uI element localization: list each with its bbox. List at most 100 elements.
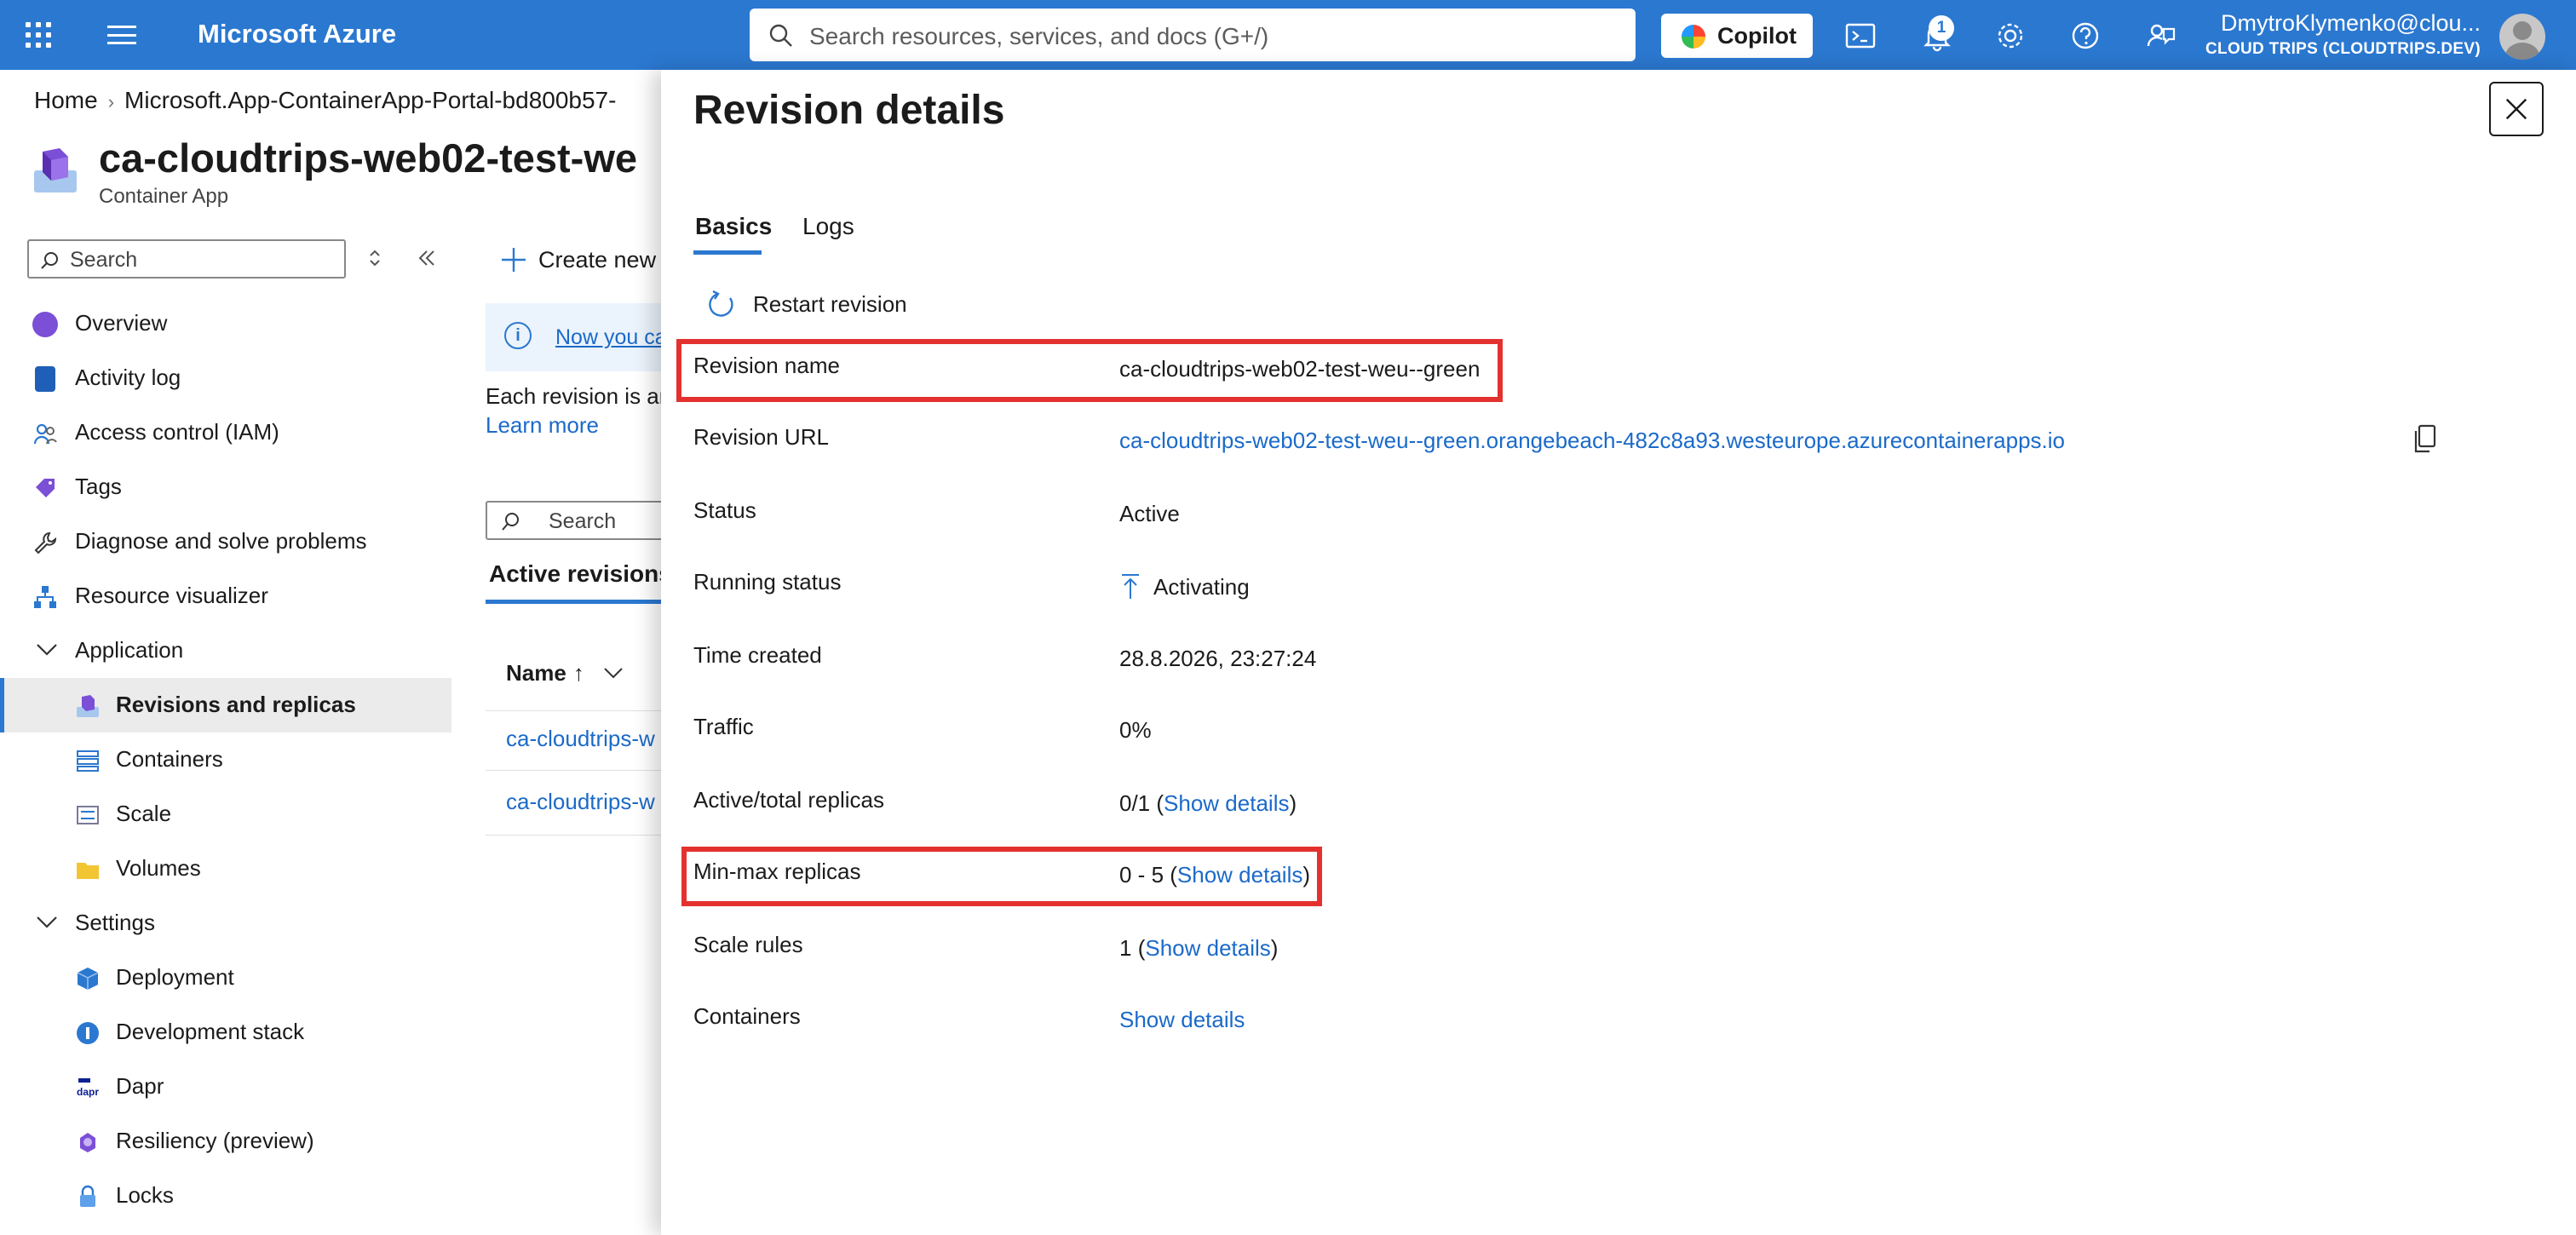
table-row[interactable]: ca-cloudtrips-w [506,726,655,752]
breadcrumb-resource-group[interactable]: Microsoft.App-ContainerApp-Portal-bd800b… [124,87,616,113]
nav-item-label: Diagnose and solve problems [75,528,367,554]
app-launcher-icon[interactable] [26,22,51,48]
plus-icon [502,248,526,272]
copilot-icon [1682,25,1705,49]
nav-item-revisions-and-replicas[interactable]: Revisions and replicas [0,678,451,732]
nav-item-development-stack[interactable]: Development stack [0,1005,451,1060]
table-row[interactable]: ca-cloudtrips-w [506,789,655,815]
nav-item-label: Deployment [116,964,234,990]
nav-group-settings[interactable]: Settings [0,896,451,951]
prop-value-active-total-replicas: 0/1 [1119,790,1151,816]
nav-item-label: Containers [116,746,223,772]
activity-log-icon [35,366,55,392]
portal-menu-icon[interactable] [107,26,136,44]
global-search-input[interactable]: Search resources, services, and docs (G+… [750,9,1636,61]
prop-value-containers-wrap: Show details [1119,1007,1245,1033]
revisions-search-placeholder: Search [549,509,617,533]
nav-group-label: Settings [75,910,155,935]
nav-item-diagnose[interactable]: Diagnose and solve problems [0,514,451,569]
nav-item-label: Locks [116,1182,174,1208]
prop-value-revision-url-wrap: ca-cloudtrips-web02-test-weu--green.oran… [1119,428,2065,454]
tab-basics-indicator [693,250,762,255]
show-details-link[interactable]: Show details [1145,935,1270,961]
nav-group-application[interactable]: Application [0,623,451,678]
help-icon[interactable] [2067,17,2104,55]
prop-value-status: Active [1119,501,1180,526]
scale-icon [77,806,99,824]
nav-item-label: Dapr [116,1073,164,1099]
copilot-button[interactable]: Copilot [1661,14,1813,58]
prop-value-scale-rules-wrap: 1 (Show details) [1119,935,1279,961]
avatar[interactable] [2499,14,2545,60]
show-details-link[interactable]: Show details [1119,1007,1245,1032]
sort-toggle-icon[interactable] [365,247,385,269]
create-new-revision-label: Create new r [538,247,670,273]
collapse-nav-icon[interactable] [416,247,438,269]
prop-label-scale-rules: Scale rules [693,932,803,957]
folder-icon [77,863,99,879]
nav-item-locks[interactable]: Locks [0,1169,451,1223]
cloud-shell-icon[interactable] [1842,17,1879,55]
chevron-down-icon [604,668,623,679]
info-icon: i [504,322,532,349]
chevron-down-icon [37,916,57,928]
activating-arrow-icon [1122,574,1139,599]
copilot-label: Copilot [1717,23,1797,49]
tag-icon [36,479,55,497]
nav-item-deployment[interactable]: Deployment [0,951,451,1005]
settings-gear-icon[interactable] [1992,17,2029,55]
nav-item-activity-log[interactable]: Activity log [0,351,451,405]
prop-value-time-created: 28.8.2026, 23:27:24 [1119,646,1317,671]
sort-ascending-icon: ↑ [572,660,584,686]
tab-basics[interactable]: Basics [695,213,772,240]
nav-item-resiliency[interactable]: Resiliency (preview) [0,1114,451,1169]
account-name: DmytroKlymenko@clou... [2221,10,2481,36]
nav-item-label: Tags [75,474,122,499]
nav-search-input[interactable]: Search [27,239,346,279]
tab-active-revisions[interactable]: Active revisions [489,560,672,588]
nav-item-label: Volumes [116,855,201,881]
revision-details-panel: Revision details Basics Logs Restart rev… [661,70,2576,1235]
copy-icon[interactable] [2411,424,2438,455]
notification-count-badge: 1 [1929,15,1954,41]
prop-label-status: Status [693,497,756,523]
prop-value-scale-rules: 1 [1119,935,1132,961]
feedback-icon[interactable] [2142,17,2179,55]
breadcrumb: Home › Microsoft.App-ContainerApp-Portal-b… [34,87,616,114]
nav-item-resource-visualizer[interactable]: Resource visualizer [0,569,451,623]
row-divider [486,835,690,836]
nav-item-scale[interactable]: Scale [0,787,451,842]
nav-item-dapr[interactable]: dapr Dapr [0,1060,451,1114]
hierarchy-icon [34,586,56,608]
tab-logs[interactable]: Logs [802,213,854,240]
people-icon [33,423,57,445]
page-subtitle: Container App [99,185,229,208]
nav-item-tags[interactable]: Tags [0,460,451,514]
overview-icon [32,312,58,337]
wrench-icon [34,531,57,554]
brand-title[interactable]: Microsoft Azure [198,19,396,49]
nav-item-volumes[interactable]: Volumes [0,842,451,896]
nav-item-containers[interactable]: Containers [0,732,451,787]
prop-label-time-created: Time created [693,642,822,668]
learn-more-link[interactable]: Learn more [486,412,599,439]
left-nav: Overview Activity log Access control (IA… [0,296,451,1223]
nav-item-access-control[interactable]: Access control (IAM) [0,405,451,460]
search-icon [41,252,58,269]
containers-icon [77,750,99,772]
info-banner-link[interactable]: Now you ca [555,325,667,350]
panel-title: Revision details [693,88,1005,133]
dapr-icon: dapr [77,1078,99,1098]
show-details-link[interactable]: Show details [1164,790,1289,816]
breadcrumb-home[interactable]: Home [34,87,98,113]
nav-item-label: Activity log [75,365,181,390]
nav-item-label: Access control (IAM) [75,419,279,445]
revision-url-link[interactable]: ca-cloudtrips-web02-test-weu--green.oran… [1119,428,2065,453]
container-app-icon [34,148,77,192]
nav-item-overview[interactable]: Overview [0,296,451,351]
column-header-name[interactable]: Name ↑ [506,660,624,686]
search-icon [769,24,792,47]
account-info[interactable]: DmytroKlymenko@clou... CLOUD TRIPS (CLOU… [2205,10,2481,59]
close-icon[interactable] [2489,82,2544,136]
nav-item-label: Revisions and replicas [116,692,356,717]
